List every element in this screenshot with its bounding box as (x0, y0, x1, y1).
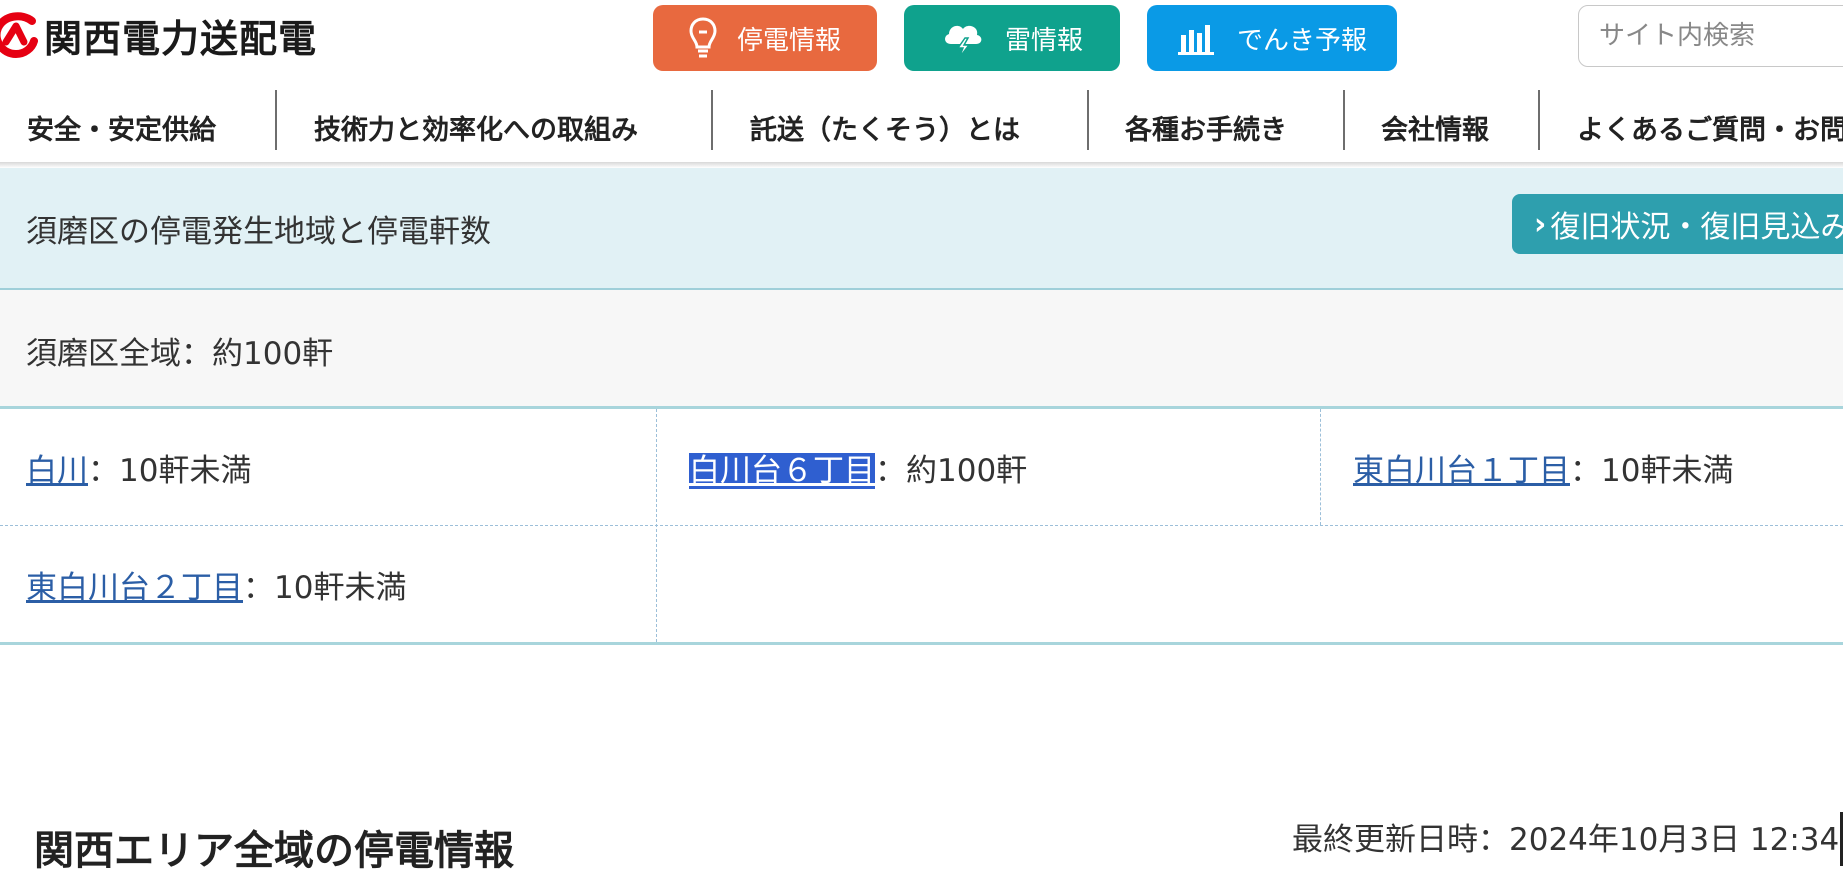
kanden-logo-icon (0, 12, 38, 58)
area-count: ：約100軒 (875, 453, 1028, 489)
site-logo[interactable]: 関西電力送配電 (0, 10, 318, 61)
nav-divider (711, 90, 713, 150)
global-nav: 安全・安定供給 技術力と効率化への取組み 託送（たくそう）とは 各種お手続き 会… (0, 86, 1843, 168)
area-cell: 白川：10軒未満 (26, 445, 251, 490)
outage-area-grid: 白川：10軒未満 白川台６丁目：約100軒 東白川台１丁目：10軒未満 東白川台… (0, 409, 1843, 645)
nav-divider (275, 90, 277, 150)
nav-item-safety[interactable]: 安全・安定供給 (27, 86, 216, 168)
grid-column-divider (656, 409, 657, 642)
area-cell: 白川台６丁目：約100軒 (689, 445, 1027, 490)
area-count: ：10軒未満 (1570, 453, 1734, 489)
outage-area-header: 須磨区の停電発生地域と停電軒数 › 復旧状況・復旧見込み (0, 168, 1843, 290)
bar-chart-icon (1177, 25, 1214, 55)
power-forecast-button[interactable]: でんき予報 (1147, 5, 1397, 71)
restore-status-label: 復旧状況・復旧見込み (1550, 210, 1843, 245)
grid-column-divider (1320, 409, 1321, 525)
nav-divider (1087, 90, 1089, 150)
area-cell: 東白川台１丁目：10軒未満 (1353, 445, 1733, 490)
area-cell: 東白川台２丁目：10軒未満 (26, 562, 406, 607)
thunder-info-label: 雷情報 (1004, 25, 1083, 56)
nav-divider (1538, 90, 1540, 150)
nav-item-procedures[interactable]: 各種お手続き (1125, 86, 1287, 168)
last-updated: 最終更新日時：2024年10月3日 12:34 (1292, 822, 1840, 858)
power-forecast-label: でんき予報 (1236, 25, 1367, 56)
outage-area-title: 須磨区の停電発生地域と停電軒数 (26, 214, 491, 250)
grid-row-divider (0, 525, 1843, 526)
ward-total-text: 須磨区全域：約100軒 (26, 336, 334, 372)
outage-info-label: 停電情報 (736, 25, 841, 56)
nav-item-faq[interactable]: よくあるご質問・お問 (1577, 86, 1843, 168)
area-link[interactable]: 東白川台２丁目 (26, 570, 243, 606)
ward-total-row: 須磨区全域：約100軒 (0, 290, 1843, 409)
restore-status-button[interactable]: › 復旧状況・復旧見込み (1512, 194, 1843, 254)
chevron-right-icon: › (1534, 206, 1547, 242)
area-count: ：10軒未満 (88, 453, 252, 489)
site-search-input[interactable] (1578, 5, 1843, 67)
outage-info-button[interactable]: 停電情報 (653, 5, 877, 71)
nav-item-company[interactable]: 会社情報 (1381, 86, 1489, 168)
thunder-info-button[interactable]: 雷情報 (904, 5, 1120, 71)
brand-name: 関西電力送配電 (44, 16, 318, 61)
nav-divider (1343, 90, 1345, 150)
nav-item-takuso[interactable]: 託送（たくそう）とは (750, 86, 1020, 168)
kansai-outage-title: 関西エリア全域の停電情報 (34, 828, 514, 874)
area-count: ：10軒未満 (243, 570, 407, 606)
thunder-cloud-icon (945, 25, 982, 59)
area-link[interactable]: 白川 (26, 453, 88, 489)
area-link[interactable]: 東白川台１丁目 (1353, 453, 1570, 489)
nav-item-technology[interactable]: 技術力と効率化への取組み (314, 86, 638, 168)
area-link-selected[interactable]: 白川台６丁目 (689, 453, 875, 489)
lightbulb-icon (689, 17, 717, 58)
